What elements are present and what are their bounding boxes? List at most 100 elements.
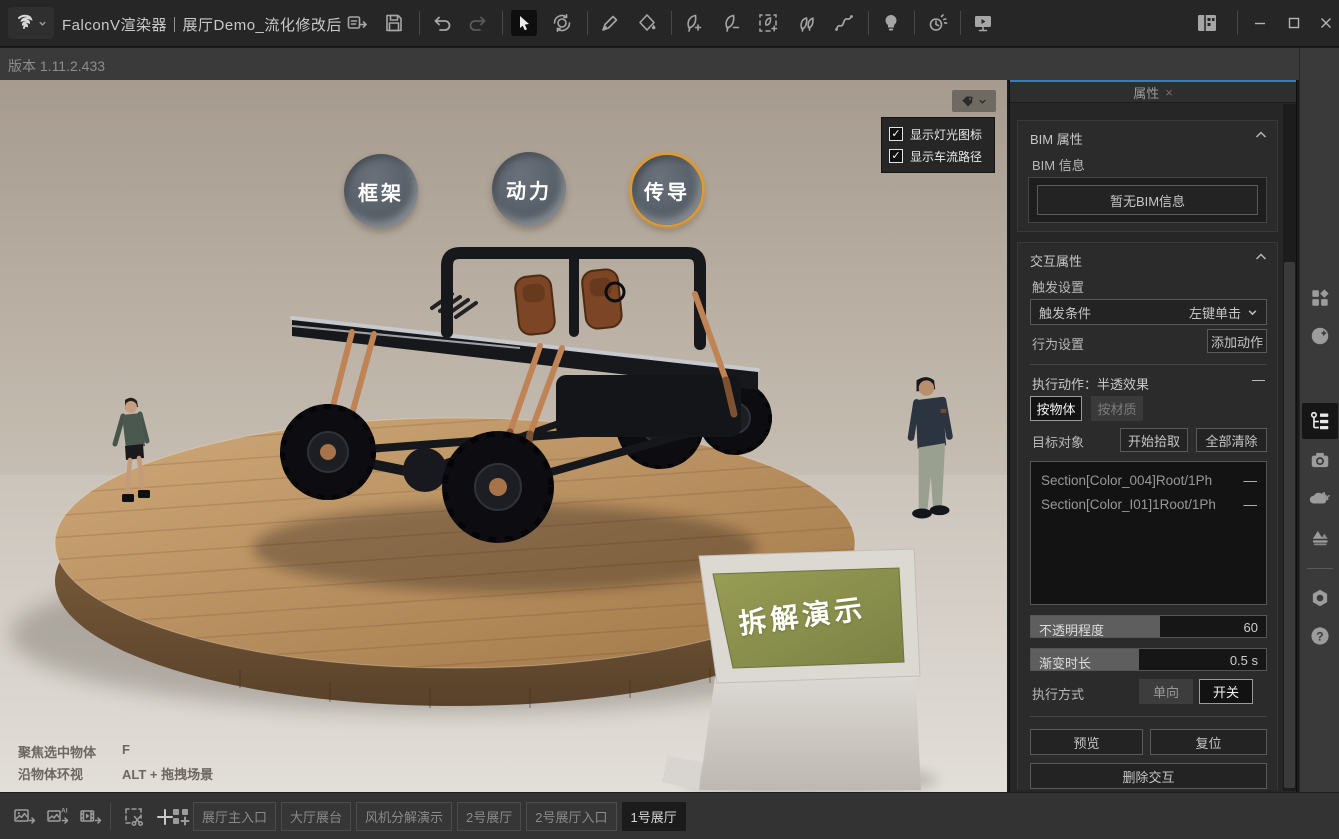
capture-crop-icon[interactable]: [122, 804, 148, 830]
scene-tree-icon[interactable]: [1302, 403, 1338, 439]
checkbox-checked-icon[interactable]: [889, 127, 903, 141]
start-pick-button[interactable]: 开始拾取: [1120, 428, 1188, 452]
viewport-3d[interactable]: 框架 动力 传导 拆解演示 显示灯光图标 显示车流路径: [0, 80, 1007, 792]
add-action-label: 添加动作: [1211, 332, 1263, 351]
mode-one-way-label: 单向: [1153, 682, 1179, 701]
foliage-remove-icon[interactable]: [717, 10, 743, 36]
toolbar-separator: [868, 11, 869, 35]
filter-option-traffic[interactable]: 显示车流路径: [889, 148, 987, 165]
path-draw-icon[interactable]: [831, 10, 857, 36]
export-exe-icon[interactable]: [344, 10, 370, 36]
material-sphere-icon[interactable]: [1306, 322, 1334, 350]
foliage-group-icon[interactable]: [793, 10, 819, 36]
duration-slider[interactable]: 渐变时长 0.5 s: [1030, 648, 1267, 671]
scene-button-main-entrance[interactable]: 展厅主入口: [193, 802, 276, 831]
collapse-chevron-icon[interactable]: [1255, 131, 1267, 139]
bottombar-separator: [110, 803, 111, 830]
clear-all-button[interactable]: 全部清除: [1196, 428, 1267, 452]
bim-empty-button[interactable]: 暂无BIM信息: [1037, 185, 1258, 215]
action-collapse-button[interactable]: —: [1252, 372, 1265, 387]
remove-target-icon[interactable]: —: [1240, 473, 1258, 488]
target-list-item[interactable]: Section[Color_I01]1Root/1Ph —: [1041, 494, 1257, 514]
section-interaction: 交互属性 触发设置 触发条件 左键单击 行为设置 添加动作 执行动作：半透效果 …: [1017, 242, 1278, 790]
export-image-ai-icon[interactable]: AI: [45, 804, 71, 830]
viewport-filter-button[interactable]: [952, 90, 996, 112]
bim-info-label: BIM 信息: [1032, 155, 1085, 174]
media-screen-icon[interactable]: [970, 10, 996, 36]
modules-icon[interactable]: [1306, 284, 1334, 312]
redo-icon[interactable]: [465, 10, 491, 36]
mode-one-way-button[interactable]: 单向: [1139, 679, 1193, 704]
hint-action: 沿物体环视: [18, 764, 122, 783]
scene-button-hall-stage[interactable]: 大厅展台: [281, 802, 351, 831]
orbit-tool-icon[interactable]: [549, 10, 575, 36]
target-object-list[interactable]: Section[Color_004]Root/1Ph — Section[Col…: [1030, 461, 1267, 605]
add-action-button[interactable]: 添加动作: [1207, 329, 1267, 353]
mode-by-object-button[interactable]: 按物体: [1030, 396, 1082, 421]
checkbox-checked-icon[interactable]: [889, 149, 903, 163]
hotspot-disc-transmission[interactable]: 传导: [630, 153, 704, 227]
tab-properties[interactable]: 属性 ×: [1010, 80, 1296, 103]
export-image-icon[interactable]: [12, 804, 38, 830]
settings-icon[interactable]: [1306, 584, 1334, 612]
terrain-icon[interactable]: [1306, 522, 1334, 550]
filter-option-lights[interactable]: 显示灯光图标: [889, 126, 987, 143]
target-label: 目标对象: [1032, 432, 1084, 451]
export-video-icon[interactable]: [78, 804, 104, 830]
tab-title: 属性: [1133, 83, 1159, 102]
trigger-condition-value: 左键单击: [1189, 303, 1241, 322]
reset-button[interactable]: 复位: [1150, 729, 1267, 755]
foliage-add-icon[interactable]: [679, 10, 705, 36]
collapse-chevron-icon[interactable]: [1255, 253, 1267, 261]
divider: [1030, 364, 1267, 365]
hotspot-disc-frame[interactable]: 框架: [344, 154, 418, 228]
pen-tool-icon[interactable]: [597, 10, 623, 36]
hint-action: 聚焦选中物体: [18, 742, 122, 761]
close-button[interactable]: [1312, 10, 1339, 36]
hint-keys: ALT + 拖拽场景: [122, 764, 213, 783]
vehicle-seat: [514, 274, 556, 335]
version-label: 版本 1.11.2.433: [8, 56, 105, 76]
paint-fill-icon[interactable]: [634, 10, 660, 36]
scene-button-hall1[interactable]: 1号展厅: [622, 802, 686, 831]
panel-scrollbar[interactable]: [1283, 104, 1296, 791]
scene-button-label: 风机分解演示: [365, 807, 443, 826]
app-menu-chevron-icon: [38, 19, 47, 28]
tab-close-icon[interactable]: ×: [1165, 85, 1173, 100]
chevron-down-icon: [1247, 307, 1258, 318]
duration-value: 0.5 s: [1230, 653, 1258, 668]
target-list-item[interactable]: Section[Color_004]Root/1Ph —: [1041, 470, 1257, 490]
help-icon[interactable]: ?: [1306, 622, 1334, 650]
maximize-button[interactable]: [1280, 10, 1308, 36]
trigger-condition-select[interactable]: 触发条件 左键单击: [1030, 299, 1267, 325]
vehicle-wheel: [280, 404, 376, 500]
opacity-slider[interactable]: 不透明程度 60: [1030, 615, 1267, 638]
target-name: Section[Color_004]Root/1Ph: [1041, 473, 1240, 488]
hotspot-disc-power[interactable]: 动力: [492, 152, 566, 226]
scene-button-fan-demo[interactable]: 风机分解演示: [356, 802, 452, 831]
scene-button-hall2[interactable]: 2号展厅: [457, 802, 521, 831]
mode-by-material-button[interactable]: 按材质: [1091, 396, 1143, 421]
section-title-interaction: 交互属性: [1030, 251, 1082, 270]
minimize-button[interactable]: [1246, 10, 1274, 36]
light-icon[interactable]: [878, 10, 904, 36]
remove-target-icon[interactable]: —: [1240, 497, 1258, 512]
timer-icon[interactable]: [924, 10, 950, 36]
layout-panels-icon[interactable]: [1194, 10, 1220, 36]
select-tool-icon[interactable]: [511, 10, 537, 36]
environment-icon[interactable]: [1306, 484, 1334, 512]
clear-all-label: 全部清除: [1205, 431, 1257, 450]
mode-toggle-label: 开关: [1213, 682, 1239, 701]
app-menu-button[interactable]: [8, 7, 54, 39]
foliage-box-add-icon[interactable]: [755, 10, 781, 36]
scrollbar-thumb[interactable]: [1284, 262, 1295, 788]
grid-add-icon[interactable]: [168, 804, 194, 830]
save-icon[interactable]: [381, 10, 407, 36]
camera-icon[interactable]: [1306, 446, 1334, 474]
scene-button-hall2-entrance[interactable]: 2号展厅入口: [526, 802, 616, 831]
mode-toggle-button[interactable]: 开关: [1199, 679, 1253, 704]
preview-label: 预览: [1073, 733, 1099, 752]
undo-icon[interactable]: [429, 10, 455, 36]
delete-interaction-button[interactable]: 删除交互: [1030, 763, 1267, 789]
preview-button[interactable]: 预览: [1030, 729, 1143, 755]
